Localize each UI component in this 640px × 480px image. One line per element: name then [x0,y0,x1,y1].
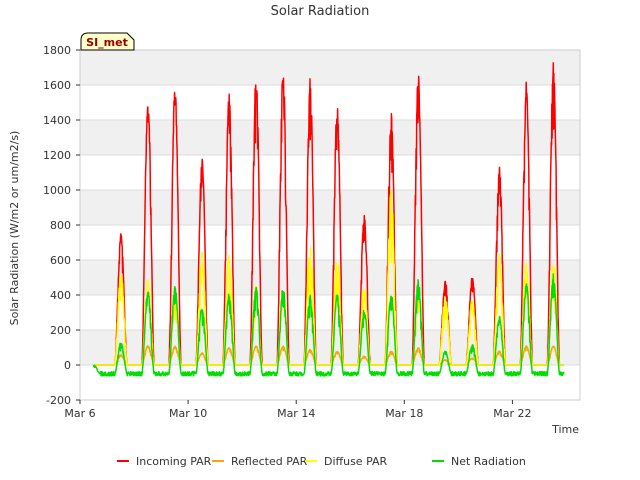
station-label: SI_met [86,36,128,49]
y-tick-label: 1800 [43,44,71,57]
legend-label: Reflected PAR [231,455,308,468]
band [80,295,580,330]
band [80,85,580,120]
y-tick-label: 1000 [43,184,71,197]
x-axis-label: Time [551,423,579,436]
x-tick-label: Mar 6 [64,407,95,420]
y-tick-label: 200 [50,324,71,337]
x-tick-label: Mar 22 [493,407,531,420]
legend: Incoming PAR Reflected PAR Diffuse PAR Net … [117,455,526,468]
solar-radiation-chart: -200 0 200 400 600 800 1000 1200 1400 1600 1800 Ma… [8,4,581,468]
band [80,120,580,155]
legend-label: Incoming PAR [136,455,212,468]
y-tick-label: 1600 [43,79,71,92]
station-label-box: SI_met [80,32,135,51]
x-tick-label: Mar 10 [169,407,207,420]
y-tick-label: 1200 [43,149,71,162]
y-axis-label: Solar Radiation (W/m2 or um/m2/s) [8,131,21,326]
x-axis-ticks: Mar 6 Mar 10 Mar 14 Mar 18 Mar 22 [64,400,532,420]
band [80,190,580,225]
legend-label: Diffuse PAR [324,455,388,468]
band [80,225,580,260]
legend-label: Net Radiation [451,455,526,468]
x-tick-label: Mar 14 [277,407,315,420]
y-axis-ticks: -200 0 200 400 600 800 1000 1200 1400 1600 1800 [43,44,80,407]
y-tick-label: 400 [50,289,71,302]
chart-title: Solar Radiation [271,4,370,19]
y-tick-label: 600 [50,254,71,267]
band [80,50,580,85]
y-tick-label: 0 [64,359,71,372]
band [80,155,580,190]
y-tick-label: -200 [46,394,71,407]
y-tick-label: 1400 [43,114,71,127]
x-tick-label: Mar 18 [385,407,423,420]
y-tick-label: 800 [50,219,71,232]
band [80,260,580,295]
